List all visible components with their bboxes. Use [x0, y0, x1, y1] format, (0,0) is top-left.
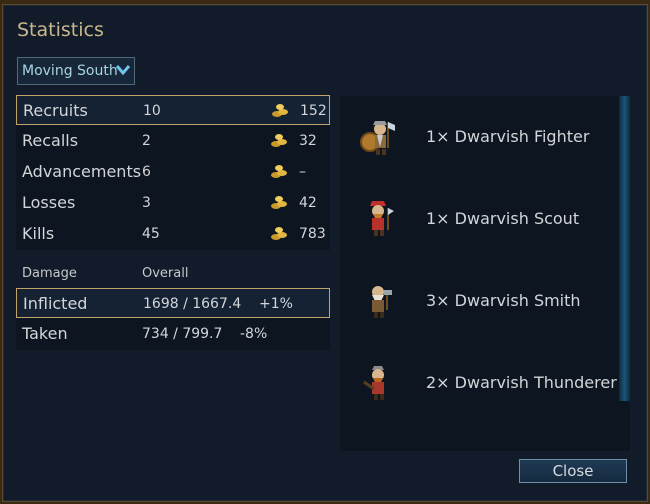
damage-header-overall: Overall [142, 266, 189, 281]
stat-row-recalls[interactable]: Recalls 2 32 [16, 126, 330, 156]
stat-label: Advancements [22, 162, 142, 181]
chevron-down-icon [115, 65, 131, 76]
stat-gold: 32 [299, 133, 317, 149]
stat-label: Recalls [22, 131, 79, 150]
stat-count: 3 [142, 195, 151, 211]
unit-row-smith: 3× Dwarvish Smith [340, 260, 610, 340]
gold-coins-icon [271, 227, 287, 240]
damage-value: 1698 / 1667.4 [143, 296, 242, 312]
damage-percent: +1% [259, 296, 293, 312]
damage-table: Inflicted 1698 / 1667.4 +1% Taken 734 / … [16, 288, 330, 350]
damage-row-inflicted[interactable]: Inflicted 1698 / 1667.4 +1% [16, 288, 330, 318]
stat-count: 2 [142, 133, 151, 149]
units-scrollbar[interactable] [619, 96, 630, 401]
stat-gold: 42 [299, 195, 317, 211]
stat-count: 6 [142, 164, 151, 180]
unit-count-label: 2× Dwarvish Thunderer [426, 373, 617, 392]
stat-row-losses[interactable]: Losses 3 42 [16, 188, 330, 218]
dwarvish-fighter-sprite [360, 121, 395, 155]
stat-row-kills[interactable]: Kills 45 783 [16, 219, 330, 249]
unit-row-thunderer: 2× Dwarvish Thunderer [340, 342, 617, 422]
damage-label: Taken [22, 324, 68, 343]
stat-row-advancements[interactable]: Advancements 6 – [16, 157, 330, 187]
gold-coins-icon [272, 104, 288, 117]
stat-count: 10 [143, 103, 161, 119]
stat-gold: 152 [300, 103, 327, 119]
stat-gold: 783 [299, 226, 326, 242]
scope-dropdown-value: Moving South [22, 63, 118, 79]
dwarvish-scout-sprite [370, 201, 394, 236]
stat-count: 45 [142, 226, 160, 242]
gold-coins-icon [271, 165, 287, 178]
stats-table: Recruits 10 152 Recalls 2 32 Advancement… [16, 95, 330, 250]
stat-row-recruits[interactable]: Recruits 10 152 [16, 95, 330, 125]
dialog-title: Statistics [17, 19, 104, 41]
gold-coins-icon [271, 196, 287, 209]
damage-label: Inflicted [23, 294, 88, 313]
damage-header: Damage Overall [16, 263, 330, 285]
dwarvish-smith-sprite [372, 286, 392, 318]
units-list: 1× Dwarvish Fighter 1× Dwarvish Scout 3×… [340, 96, 630, 451]
unit-count-label: 1× Dwarvish Fighter [426, 127, 590, 146]
unit-count-label: 3× Dwarvish Smith [426, 291, 581, 310]
stat-label: Kills [22, 224, 55, 243]
damage-percent: -8% [240, 326, 268, 342]
unit-row-scout: 1× Dwarvish Scout [340, 178, 610, 258]
close-button[interactable]: Close [519, 459, 627, 483]
scope-dropdown[interactable]: Moving South [17, 57, 135, 85]
gold-coins-icon [271, 134, 287, 147]
stat-label: Recruits [23, 101, 88, 120]
damage-value: 734 / 799.7 [142, 326, 223, 342]
statistics-dialog: Statistics Moving South Recruits 10 152 … [2, 4, 648, 502]
damage-header-label: Damage [22, 266, 77, 281]
unit-count-label: 1× Dwarvish Scout [426, 209, 580, 228]
stat-gold: – [299, 164, 306, 180]
damage-row-taken[interactable]: Taken 734 / 799.7 -8% [16, 319, 330, 349]
stat-label: Losses [22, 193, 76, 212]
unit-row-fighter: 1× Dwarvish Fighter [340, 96, 610, 176]
dwarvish-thunderer-sprite [363, 366, 384, 400]
